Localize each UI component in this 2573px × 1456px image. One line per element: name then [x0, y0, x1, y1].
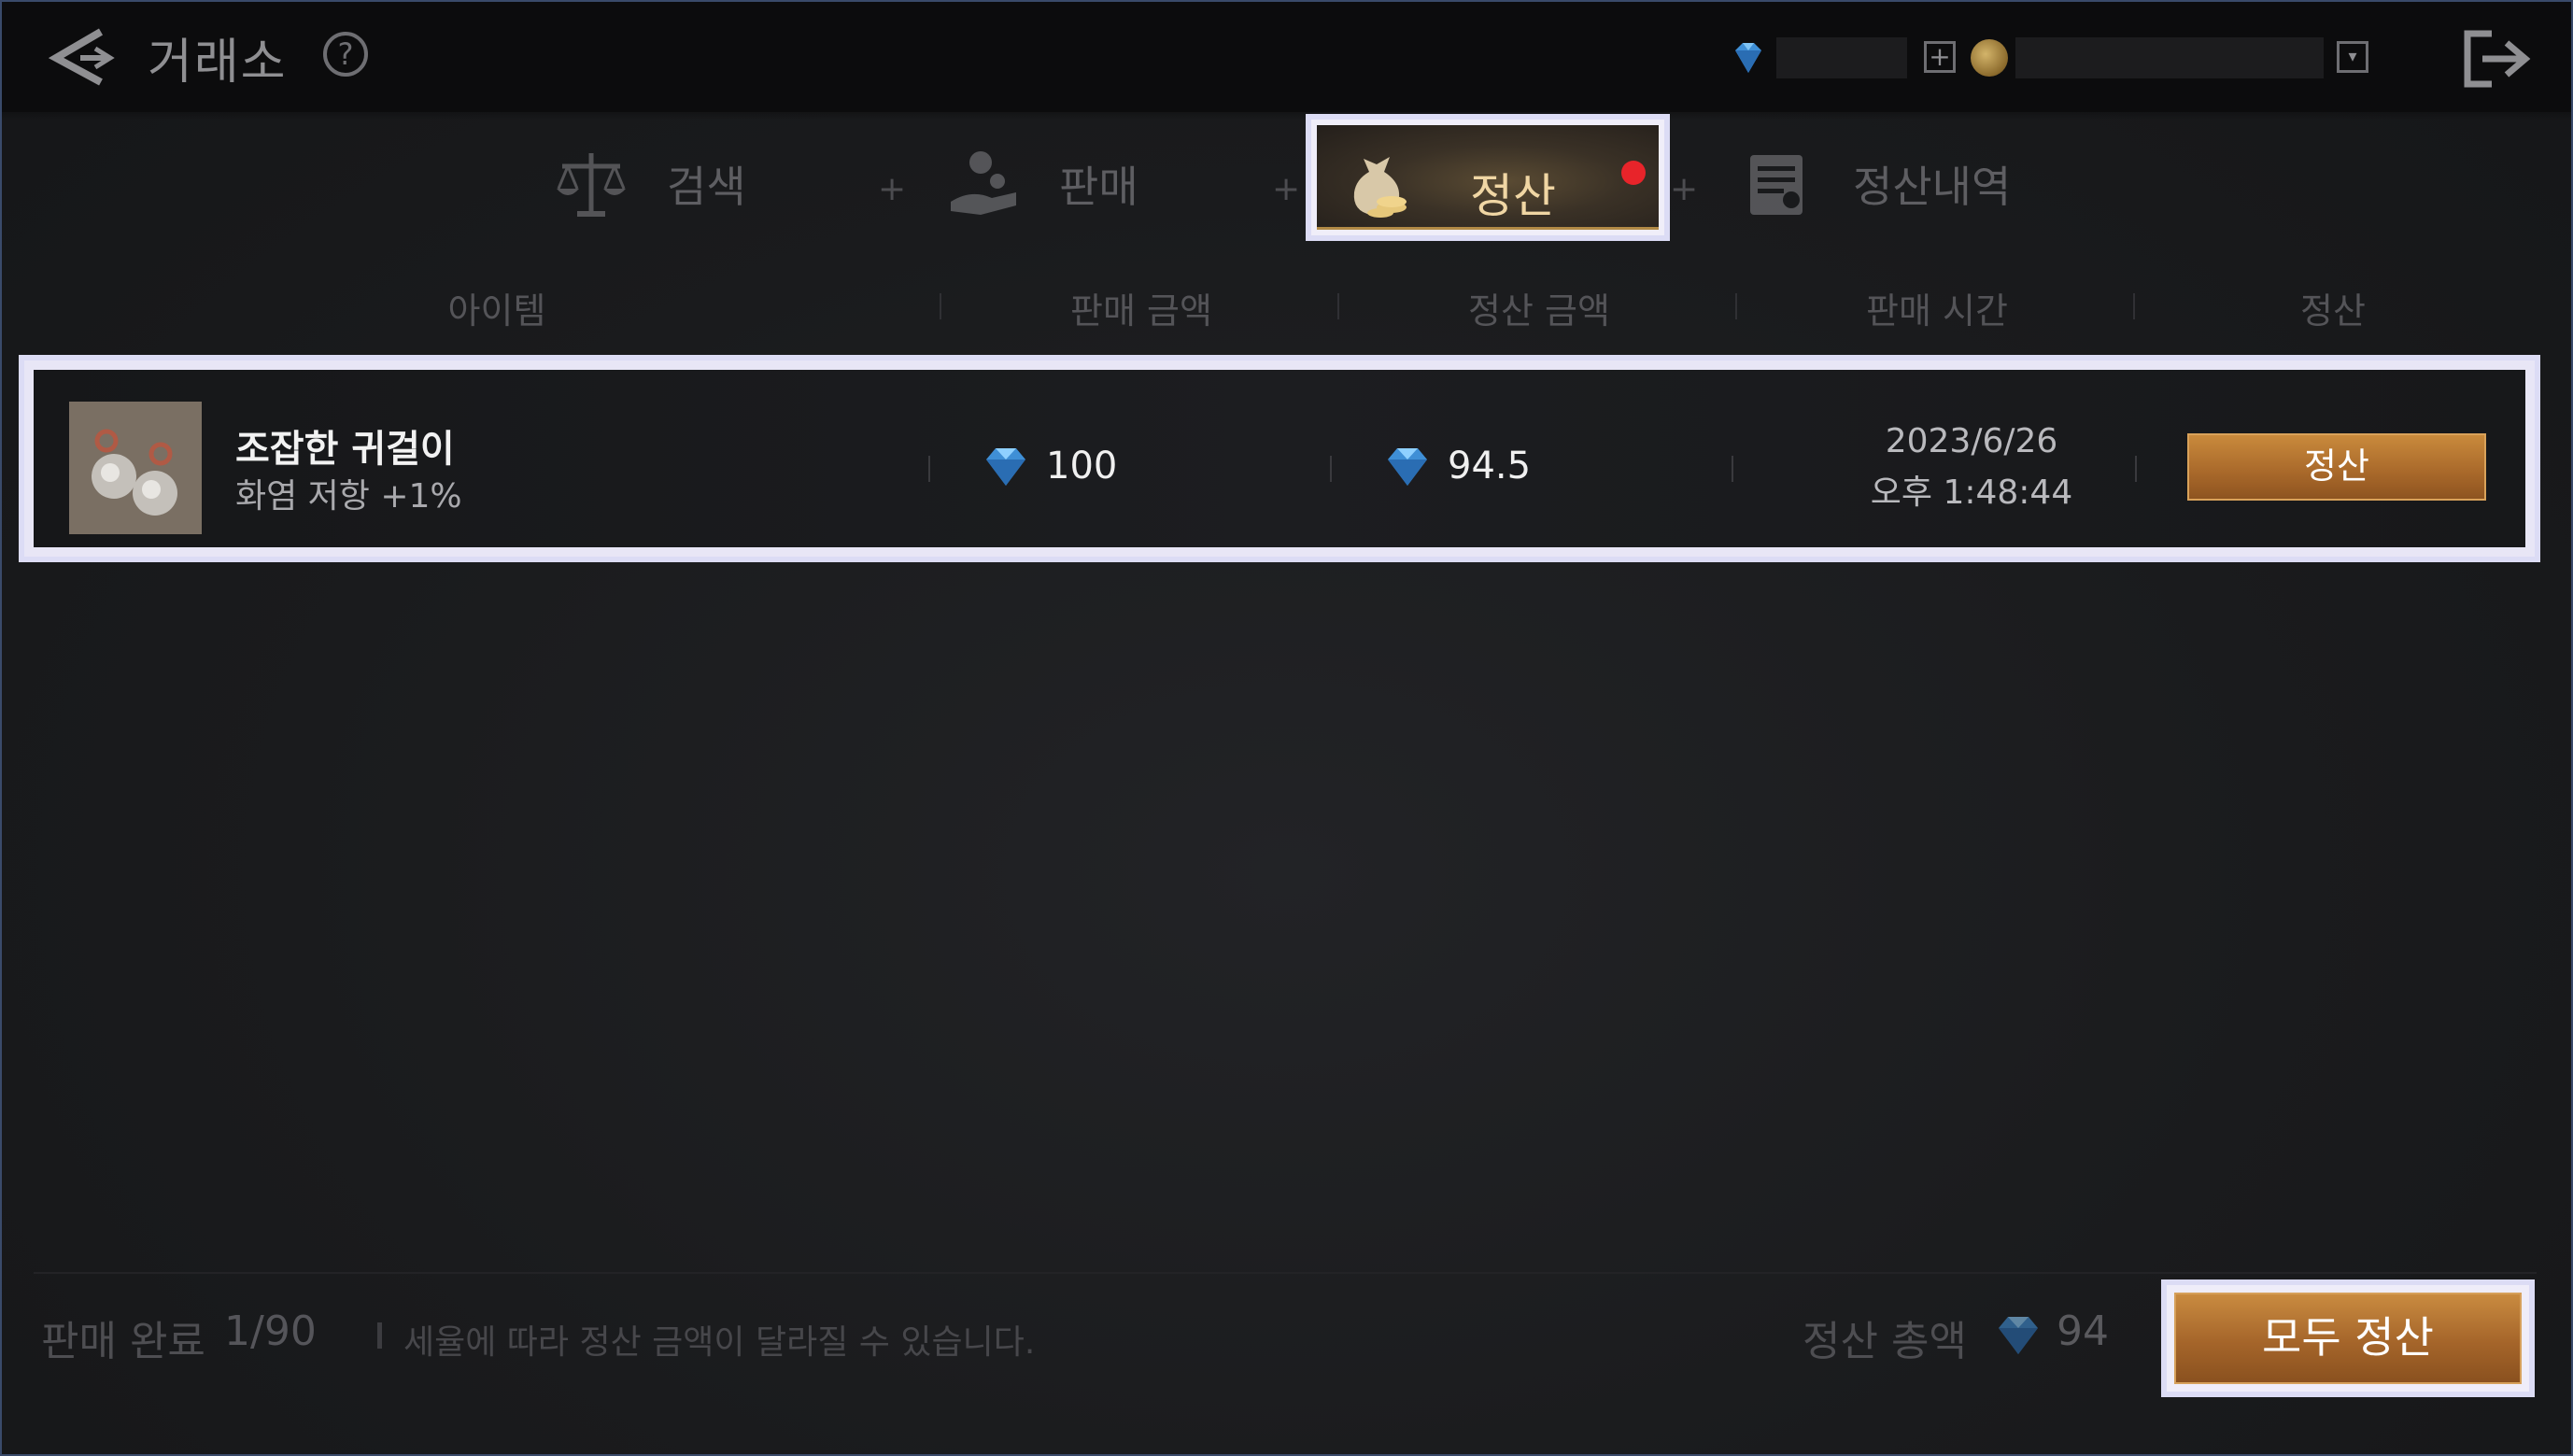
diamond-balance-redacted — [1776, 37, 1907, 78]
sale-date: 2023/6/26 — [1885, 422, 2058, 460]
scales-icon — [557, 153, 626, 217]
earring-item-icon — [69, 402, 202, 534]
column-divider — [940, 293, 941, 319]
row-divider — [2135, 456, 2137, 482]
add-currency-button[interactable]: + — [1924, 41, 1956, 73]
table-row-content: 조잡한 귀걸이 화염 저항 +1% 100 94.5 2023/6/26 오후 … — [34, 370, 2525, 547]
column-divider — [1735, 293, 1737, 319]
top-bar-edge — [2, 103, 2571, 120]
settle-amount: 94.5 — [1448, 445, 1532, 488]
tab-sell-label: 판매 — [1059, 162, 1138, 212]
sale-amount: 100 — [1046, 445, 1118, 488]
hand-coin-icon — [951, 151, 1016, 215]
item-name: 조잡한 귀걸이 — [235, 428, 455, 471]
currency-dropdown-button[interactable]: ▾ — [2337, 41, 2368, 73]
back-arrow-icon[interactable] — [43, 24, 118, 90]
column-header-sale-time: 판매 시간 — [1866, 290, 2008, 332]
sale-time: 오후 1:48:44 — [1870, 474, 2073, 512]
footer-divider — [34, 1272, 2537, 1274]
settle-total-label: 정산 총액 — [1803, 1318, 1967, 1365]
gold-balance-redacted — [2015, 37, 2324, 78]
tax-note: 세율에 따라 정산 금액이 달라질 수 있습니다. — [403, 1323, 1036, 1362]
tab-settlement[interactable]: 정산 — [1306, 114, 1670, 241]
tab-settlement-history-label: 정산내역 — [1853, 162, 2012, 212]
settle-button[interactable]: 정산 — [2187, 433, 2486, 501]
row-divider — [1732, 456, 1733, 482]
exchange-window: 거래소 ? + ▾ 검색 + 판매 + 정산 + 정산내역 아이템 판매 금액 … — [0, 0, 2573, 1456]
exit-icon[interactable] — [2460, 26, 2535, 92]
sold-count-value: 1/90 — [224, 1308, 317, 1355]
column-header-settle-amount: 정산 금액 — [1468, 290, 1610, 332]
money-bag-icon — [1353, 157, 1407, 218]
note-marker — [377, 1322, 382, 1349]
column-divider — [2133, 293, 2135, 319]
tab-search[interactable]: 검색 — [551, 142, 746, 226]
sold-count-label: 판매 완료 — [41, 1318, 205, 1365]
column-divider — [1337, 293, 1339, 319]
page-title: 거래소 — [148, 35, 288, 91]
table-row[interactable]: 조잡한 귀걸이 화염 저항 +1% 100 94.5 2023/6/26 오후 … — [19, 355, 2540, 562]
diamond-icon — [986, 448, 1025, 486]
tab-settlement-background: 정산 — [1317, 125, 1659, 230]
item-effect: 화염 저항 +1% — [235, 477, 462, 516]
diamond-currency-icon — [1735, 43, 1761, 73]
column-header-item: 아이템 — [447, 290, 546, 332]
settle-all-highlight: 모두 정산 — [2161, 1279, 2535, 1397]
help-icon[interactable]: ? — [323, 32, 368, 77]
tab-separator: + — [1670, 170, 1699, 208]
gold-coin-icon — [1971, 39, 2008, 77]
tab-separator: + — [878, 170, 907, 208]
tab-sell[interactable]: 판매 — [943, 142, 1138, 226]
diamond-icon — [1999, 1317, 2038, 1354]
row-divider — [928, 456, 930, 482]
tab-settlement-label: 정산 — [1470, 169, 1556, 223]
tab-settlement-history[interactable]: 정산내역 — [1737, 142, 2011, 226]
diamond-icon — [1388, 448, 1427, 486]
notification-dot — [1621, 161, 1646, 185]
settle-all-button[interactable]: 모두 정산 — [2174, 1293, 2522, 1384]
ledger-icon — [1750, 155, 1803, 215]
row-divider — [1330, 456, 1332, 482]
tab-search-label: 검색 — [667, 162, 746, 212]
column-header-settle: 정산 — [2300, 290, 2366, 332]
tab-separator: + — [1272, 170, 1301, 208]
settle-total-value: 94 — [2057, 1308, 2109, 1355]
column-header-sale-amount: 판매 금액 — [1070, 290, 1212, 332]
